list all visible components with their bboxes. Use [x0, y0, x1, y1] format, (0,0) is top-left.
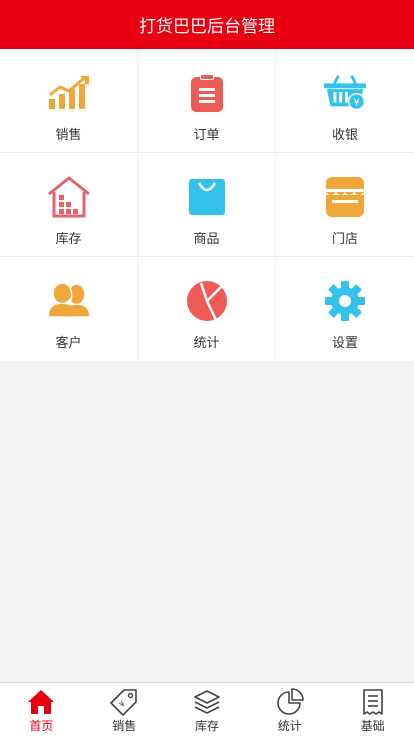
price-tag-icon: ¥	[110, 688, 138, 716]
document-icon	[359, 688, 387, 716]
tab-statistics[interactable]: 统计	[248, 683, 331, 737]
warehouse-icon	[47, 175, 91, 219]
menu-item-stores[interactable]: 门店	[276, 153, 414, 257]
gear-icon	[323, 279, 367, 323]
menu-item-inventory[interactable]: 库存	[0, 153, 138, 257]
menu-item-customers[interactable]: 客户	[0, 257, 138, 361]
bottom-tab-bar: 首页 ¥ 销售 库存 统计 基础	[0, 682, 414, 737]
tab-home[interactable]: 首页	[0, 683, 83, 737]
tab-label: 统计	[277, 719, 302, 733]
svg-text:¥: ¥	[353, 97, 359, 108]
menu-grid: 销售 订单 ¥ 收银 库存 商品 门店 客户 统计 设置	[0, 49, 414, 361]
app-header: 打货巴巴后台管理	[0, 0, 414, 49]
svg-text:¥: ¥	[118, 699, 128, 709]
menu-item-label: 设置	[331, 336, 358, 351]
tab-inventory[interactable]: 库存	[166, 683, 249, 737]
menu-item-label: 商品	[193, 232, 220, 247]
tab-label: 首页	[29, 719, 54, 733]
storefront-icon	[323, 175, 367, 219]
menu-item-label: 门店	[331, 232, 358, 247]
customers-icon	[47, 279, 91, 323]
tab-basics[interactable]: 基础	[331, 683, 414, 737]
menu-item-label: 销售	[55, 128, 82, 143]
sales-chart-icon	[47, 71, 91, 115]
menu-item-label: 库存	[55, 232, 82, 247]
page-title: 打货巴巴后台管理	[139, 17, 275, 37]
menu-item-label: 订单	[193, 128, 220, 143]
menu-item-orders[interactable]: 订单	[138, 49, 276, 153]
menu-item-label: 统计	[193, 336, 220, 351]
home-icon	[27, 688, 55, 716]
tab-label: 库存	[194, 719, 219, 733]
menu-item-products[interactable]: 商品	[138, 153, 276, 257]
tab-sales[interactable]: ¥ 销售	[83, 683, 166, 737]
menu-item-label: 收银	[331, 128, 358, 143]
menu-item-settings[interactable]: 设置	[276, 257, 414, 361]
layers-icon	[193, 688, 221, 716]
pie-chart-icon	[276, 688, 304, 716]
menu-item-statistics[interactable]: 统计	[138, 257, 276, 361]
tab-label: 销售	[112, 719, 137, 733]
basket-icon: ¥	[323, 71, 367, 115]
tab-label: 基础	[360, 719, 385, 733]
pie-chart-icon	[185, 279, 229, 323]
menu-item-sales[interactable]: 销售	[0, 49, 138, 153]
menu-item-label: 客户	[55, 336, 82, 351]
menu-item-cashier[interactable]: ¥ 收银	[276, 49, 414, 153]
shopping-bag-icon	[185, 175, 229, 219]
clipboard-icon	[185, 71, 229, 115]
